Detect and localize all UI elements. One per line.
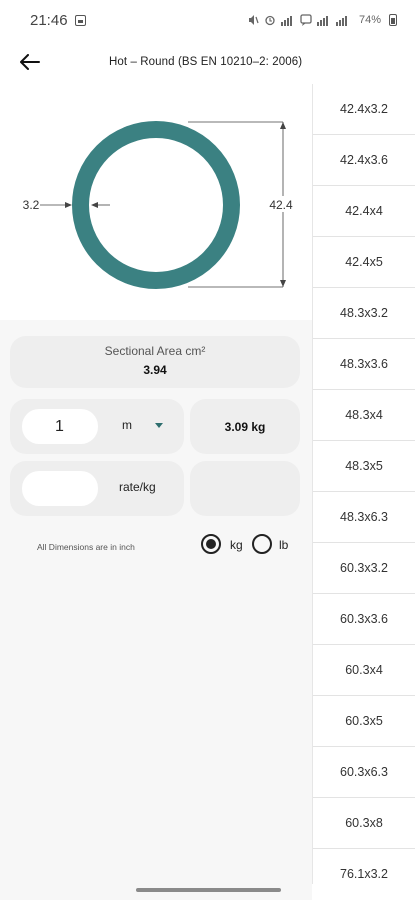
status-time: 21:46 [30,11,68,29]
section-drawing: 42.4 3.2 [0,84,312,320]
battery-icon [389,14,397,26]
size-item[interactable]: 48.3x4 [313,390,415,441]
system-icons: 74% [247,14,397,26]
sectional-area-card: Sectional Area cm² 3.94 [10,336,300,388]
rate-input[interactable] [22,471,98,506]
lb-radio[interactable] [252,534,272,554]
lb-label[interactable]: lb [279,538,288,552]
page-title: Hot – Round (BS EN 10210–2: 2006) [109,56,303,68]
weight-result: 3.09 kg [190,399,300,454]
size-list[interactable]: 42.4x3.2 42.4x3.6 42.4x4 42.4x5 48.3x3.2… [312,84,415,884]
size-item[interactable]: 60.3x8 [313,798,415,849]
battery-percent: 74% [358,14,381,26]
rate-label: rate/kg [119,480,156,494]
kg-radio[interactable] [201,534,221,554]
sectional-area-label: Sectional Area cm² [104,344,206,358]
kg-label[interactable]: kg [230,538,243,552]
round-section-diagram: 42.4 3.2 [23,121,296,289]
size-item[interactable]: 48.3x3.6 [313,339,415,390]
length-unit[interactable]: m [122,418,132,432]
length-card: m [10,399,184,454]
rate-card: rate/kg [10,461,184,516]
size-item[interactable]: 42.4x3.2 [313,84,415,135]
cost-result [190,461,300,516]
size-item[interactable]: 76.1x3.2 [313,849,415,884]
app-bar: Hot – Round (BS EN 10210–2: 2006) [0,40,415,84]
size-item[interactable]: 42.4x3.6 [313,135,415,186]
back-arrow-icon [20,54,40,70]
size-item[interactable]: 60.3x5 [313,696,415,747]
size-item[interactable]: 42.4x5 [313,237,415,288]
size-item[interactable]: 48.3x6.3 [313,492,415,543]
sectional-area-value: 3.94 [143,363,167,377]
home-indicator[interactable] [136,888,281,892]
back-button[interactable] [0,40,60,84]
diameter-label: 42.4 [269,198,293,212]
mute-icon [248,15,259,25]
size-item[interactable]: 48.3x3.2 [313,288,415,339]
signal-icon [280,16,292,26]
thickness-label: 3.2 [23,198,40,212]
calculator-pane: 42.4 3.2 Sectional Area cm² 3.94 m 3.09 … [0,84,312,900]
signal-icon [316,16,328,26]
size-item[interactable]: 48.3x5 [313,441,415,492]
length-input[interactable] [22,409,98,444]
dimensions-note: All Dimensions are in inch [37,542,135,552]
size-item[interactable]: 60.3x4 [313,645,415,696]
alarm-icon [265,15,275,26]
dropdown-caret-icon[interactable] [155,423,163,428]
size-item[interactable]: 60.3x3.6 [313,594,415,645]
gallery-icon [74,14,86,26]
message-icon [300,14,312,26]
size-item[interactable]: 60.3x3.2 [313,543,415,594]
signal-icon [335,16,347,26]
status-bar: 21:46 74% [0,0,415,40]
size-item[interactable]: 60.3x6.3 [313,747,415,798]
size-item[interactable]: 42.4x4 [313,186,415,237]
